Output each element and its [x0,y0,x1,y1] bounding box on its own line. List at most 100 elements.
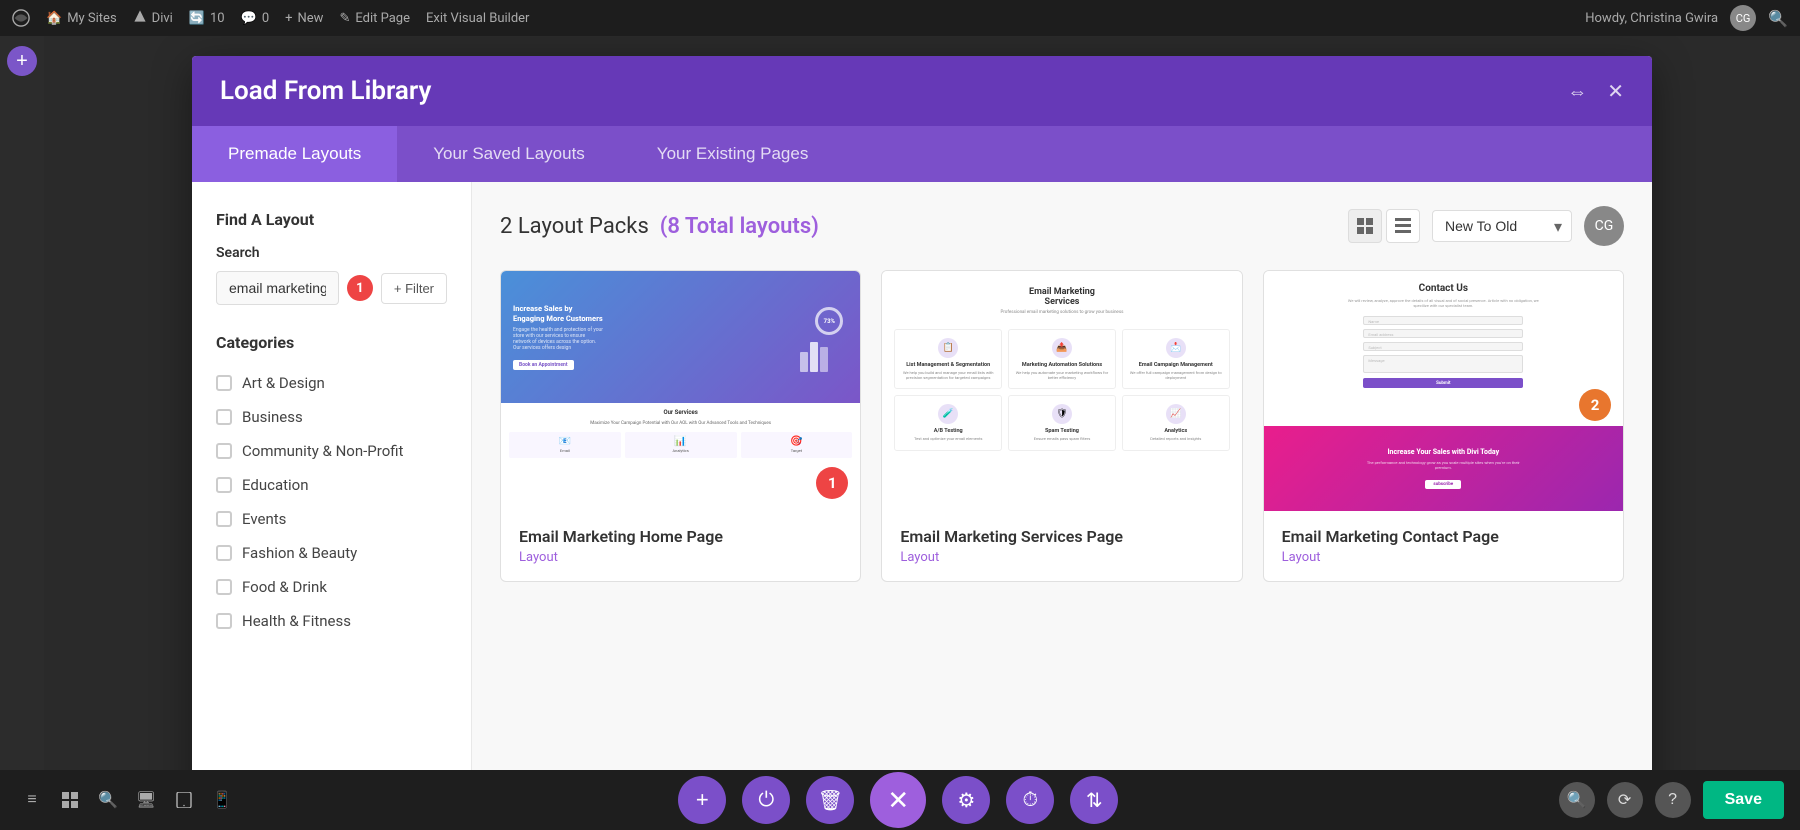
save-button[interactable]: Save [1703,781,1784,819]
load-from-library-modal: Load From Library ⇔ ✕ Premade Layouts Yo… [192,56,1652,816]
layout-card-contact[interactable]: Contact Us We will review, analyze, appr… [1263,270,1624,582]
bottom-left-tools: ≡ 🔍 🖥 📱 [0,782,254,818]
updates-count: 10 [210,11,225,26]
edit-page-item[interactable]: ✎ Edit Page [339,11,410,26]
admin-avatar[interactable]: CG [1730,5,1756,31]
adjust-icon[interactable]: ⇔ [1567,79,1587,104]
category-label-art-design: Art & Design [242,374,325,392]
my-sites-item[interactable]: 🏠 My Sites [46,11,117,26]
layout-card-home[interactable]: Increase Sales by Engaging More Customer… [500,270,861,582]
card-info-contact: Email Marketing Contact Page Layout [1264,511,1623,581]
comments-icon: 💬 [241,11,257,26]
main-content: 2 Layout Packs (8 Total layouts) [472,182,1652,816]
search-label: Search [216,245,447,261]
layout-card-services[interactable]: Email Marketing Services Professional em… [881,270,1242,582]
list-view-button[interactable] [1386,209,1420,243]
modal-body: Find A Layout Search 1 + Filter Categori… [192,182,1652,816]
category-checkbox-food[interactable] [216,579,232,595]
edit-icon: ✎ [339,11,350,26]
filter-sidebar: Find A Layout Search 1 + Filter Categori… [192,182,472,816]
category-checkbox-community[interactable] [216,443,232,459]
category-label-fashion: Fashion & Beauty [242,544,357,562]
wp-logo[interactable] [12,9,30,27]
help-button[interactable]: ? [1655,782,1691,818]
card-type-home: Layout [519,550,842,565]
power-button[interactable]: ⏻ [742,776,790,824]
tab-existing-pages[interactable]: Your Existing Pages [621,126,845,182]
category-checkbox-education[interactable] [216,477,232,493]
hamburger-button[interactable]: ≡ [14,782,50,818]
modal-tabs: Premade Layouts Your Saved Layouts Your … [192,126,1652,182]
add-content-button[interactable]: + [678,776,726,824]
view-toggle [1348,209,1420,243]
exit-builder-label: Exit Visual Builder [426,11,529,26]
edit-page-label: Edit Page [355,11,410,26]
tab-saved-layouts[interactable]: Your Saved Layouts [397,126,621,182]
comments-count: 0 [262,11,269,26]
grid-view-button[interactable] [1348,209,1382,243]
bottom-right-tools: 🔍 ⟳ ? Save [1543,781,1800,819]
admin-bar: 🏠 My Sites Divi 🔄 10 💬 0 + New ✎ Edit Pa… [0,0,1800,36]
category-checkbox-business[interactable] [216,409,232,425]
sort-select[interactable]: New To Old Old To New A to Z Z to A [1432,210,1572,242]
updates-item[interactable]: 🔄 10 [189,11,225,26]
divi-add-button[interactable]: + [7,46,37,76]
new-label: New [298,11,324,26]
categories-title: Categories [216,333,447,352]
category-health[interactable]: Health & Fitness [216,604,447,638]
zoom-button[interactable]: 🔍 [1559,782,1595,818]
admin-search-icon[interactable]: 🔍 [1768,9,1788,28]
grid-button[interactable] [52,782,88,818]
close-builder-button[interactable]: ✕ [870,772,926,828]
layout-options-button[interactable]: ⇅ [1070,776,1118,824]
tablet-button[interactable] [166,782,202,818]
refresh-button[interactable]: ⟳ [1607,782,1643,818]
card-type-services: Layout [900,550,1223,565]
category-checkbox-health[interactable] [216,613,232,629]
search-tool-button[interactable]: 🔍 [90,782,126,818]
my-sites-label: My Sites [67,11,116,26]
category-education[interactable]: Education [216,468,447,502]
search-input[interactable] [216,271,339,305]
user-avatar[interactable]: CG [1584,206,1624,246]
bottom-toolbar: ≡ 🔍 🖥 📱 + ⏻ 🗑 ✕ ⚙ ⏱ [0,770,1800,830]
admin-bar-right: Howdy, Christina Gwira CG 🔍 [1585,5,1788,31]
mobile-button[interactable]: 📱 [204,782,240,818]
close-icon[interactable]: ✕ [1607,79,1624,103]
category-checkbox-events[interactable] [216,511,232,527]
comments-item[interactable]: 💬 0 [241,11,270,26]
modal-title: Load From Library [220,76,1567,106]
category-business[interactable]: Business [216,400,447,434]
category-checkbox-fashion[interactable] [216,545,232,561]
search-input-wrap [216,271,339,305]
settings-button[interactable]: ⚙ [942,776,990,824]
card-preview-contact: Contact Us We will review, analyze, appr… [1264,271,1623,511]
layout-count: 2 Layout Packs (8 Total layouts) [500,214,1348,239]
category-checkbox-art-design[interactable] [216,375,232,391]
search-row: 1 + Filter [216,271,447,305]
card-type-contact: Layout [1282,550,1605,565]
history-button[interactable]: ⏱ [1006,776,1054,824]
delete-button[interactable]: 🗑 [806,776,854,824]
category-food[interactable]: Food & Drink [216,570,447,604]
howdy-text: Howdy, Christina Gwira [1585,11,1718,26]
filter-button[interactable]: + Filter [381,273,447,304]
new-item[interactable]: + New [285,11,323,26]
bottom-center-tools: + ⏻ 🗑 ✕ ⚙ ⏱ ⇅ [254,772,1543,828]
card-info-home: Email Marketing Home Page Layout [501,511,860,581]
exit-builder-item[interactable]: Exit Visual Builder [426,11,529,26]
category-label-food: Food & Drink [242,578,327,596]
content-header: 2 Layout Packs (8 Total layouts) [500,206,1624,246]
desktop-button[interactable]: 🖥 [128,782,164,818]
tab-premade-layouts[interactable]: Premade Layouts [192,126,397,182]
category-events[interactable]: Events [216,502,447,536]
layout-packs-count: 2 Layout Packs [500,214,649,239]
divi-item[interactable]: Divi [133,9,173,27]
category-art-design[interactable]: Art & Design [216,366,447,400]
category-fashion[interactable]: Fashion & Beauty [216,536,447,570]
category-label-health: Health & Fitness [242,612,351,630]
sort-wrap: New To Old Old To New A to Z Z to A [1432,210,1572,242]
total-layouts: (8 Total layouts) [660,214,819,239]
howdy-label: Howdy, Christina Gwira [1585,11,1718,26]
category-community[interactable]: Community & Non-Profit [216,434,447,468]
